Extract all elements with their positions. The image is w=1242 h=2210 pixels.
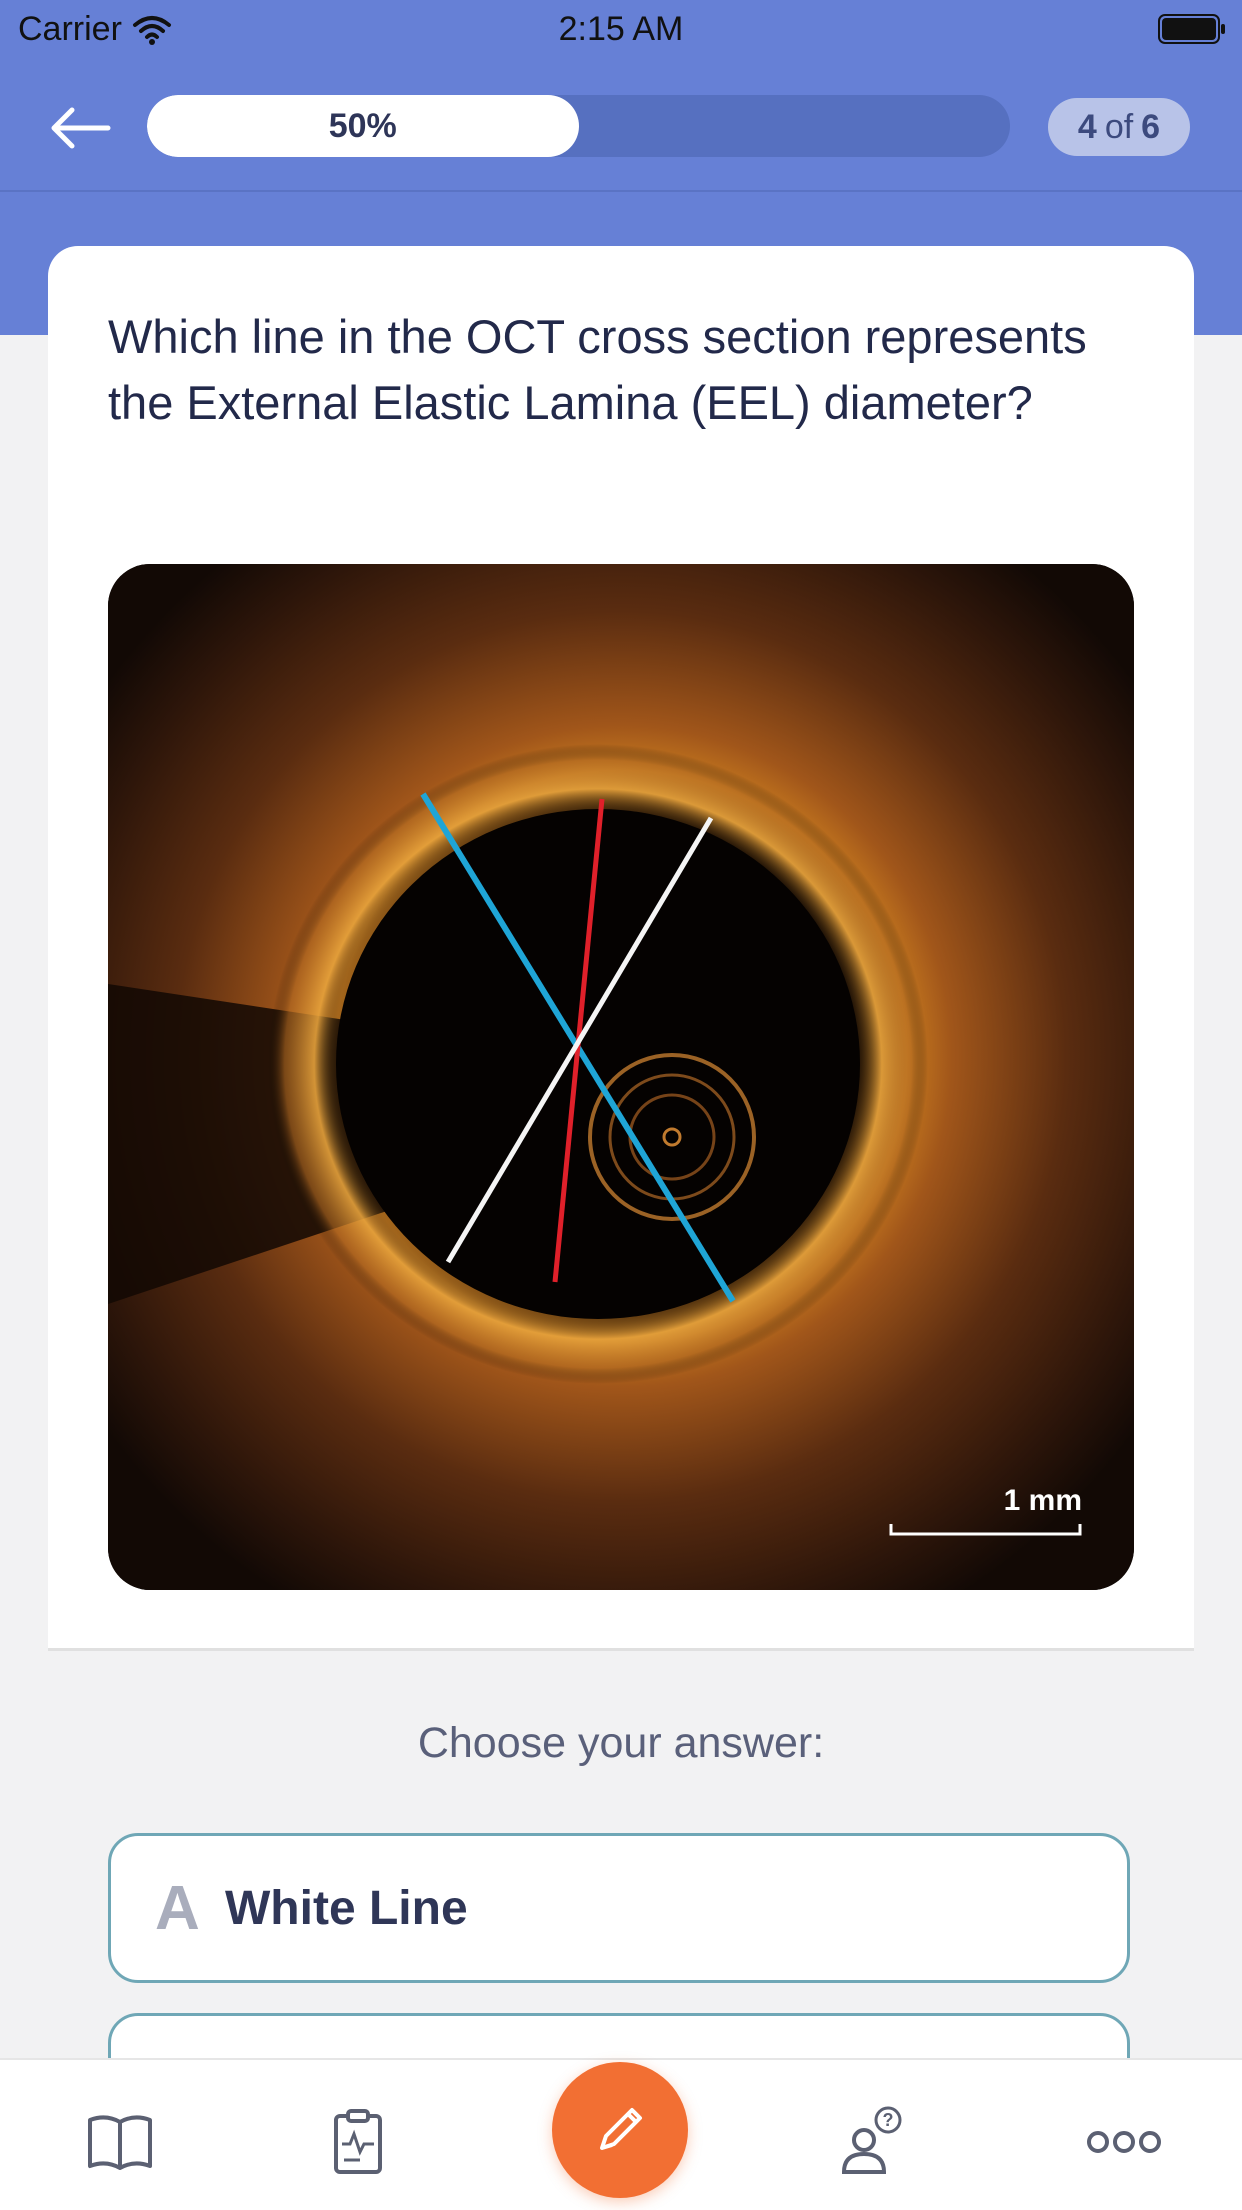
counter-current: 4 (1077, 107, 1097, 146)
status-bar: Carrier 2:15 AM (0, 0, 1242, 62)
oct-illustration: 1 mm (108, 564, 1134, 1590)
book-icon[interactable] (84, 2106, 156, 2178)
nav-divider (0, 190, 1242, 192)
answer-option-a[interactable]: A White Line (108, 1833, 1130, 1983)
pencil-fab-button[interactable] (552, 2062, 688, 2198)
answer-text: White Line (225, 1881, 468, 1935)
progress-bar: 50% (147, 95, 1010, 157)
answers-area: Choose your answer: A White Line (48, 1648, 1194, 2096)
progress-label: 50% (328, 106, 397, 145)
back-arrow-icon[interactable] (44, 100, 114, 156)
more-icon[interactable] (1086, 2106, 1162, 2178)
counter-total: 6 (1141, 107, 1161, 146)
status-time: 2:15 AM (558, 10, 684, 48)
answer-letter: A (155, 1873, 200, 1943)
scale-label: 1 mm (1004, 1484, 1082, 1517)
svg-text:?: ? (883, 2110, 894, 2130)
battery-icon (1158, 14, 1225, 44)
oct-cross-section-image: 1 mm (108, 564, 1134, 1590)
clipboard-icon[interactable] (322, 2106, 394, 2178)
choose-answer-label: Choose your answer: (417, 1719, 825, 1767)
progress-fill: 50% (147, 95, 579, 157)
question-text: Which line in the OCT cross section repr… (108, 310, 1087, 429)
question-card: Which line in the OCT cross section repr… (48, 246, 1194, 2096)
counter-of: of (1104, 107, 1134, 146)
help-person-icon[interactable]: ? (836, 2106, 908, 2178)
question-counter: 4 of 6 (1048, 98, 1190, 156)
pencil-icon (600, 2108, 642, 2150)
